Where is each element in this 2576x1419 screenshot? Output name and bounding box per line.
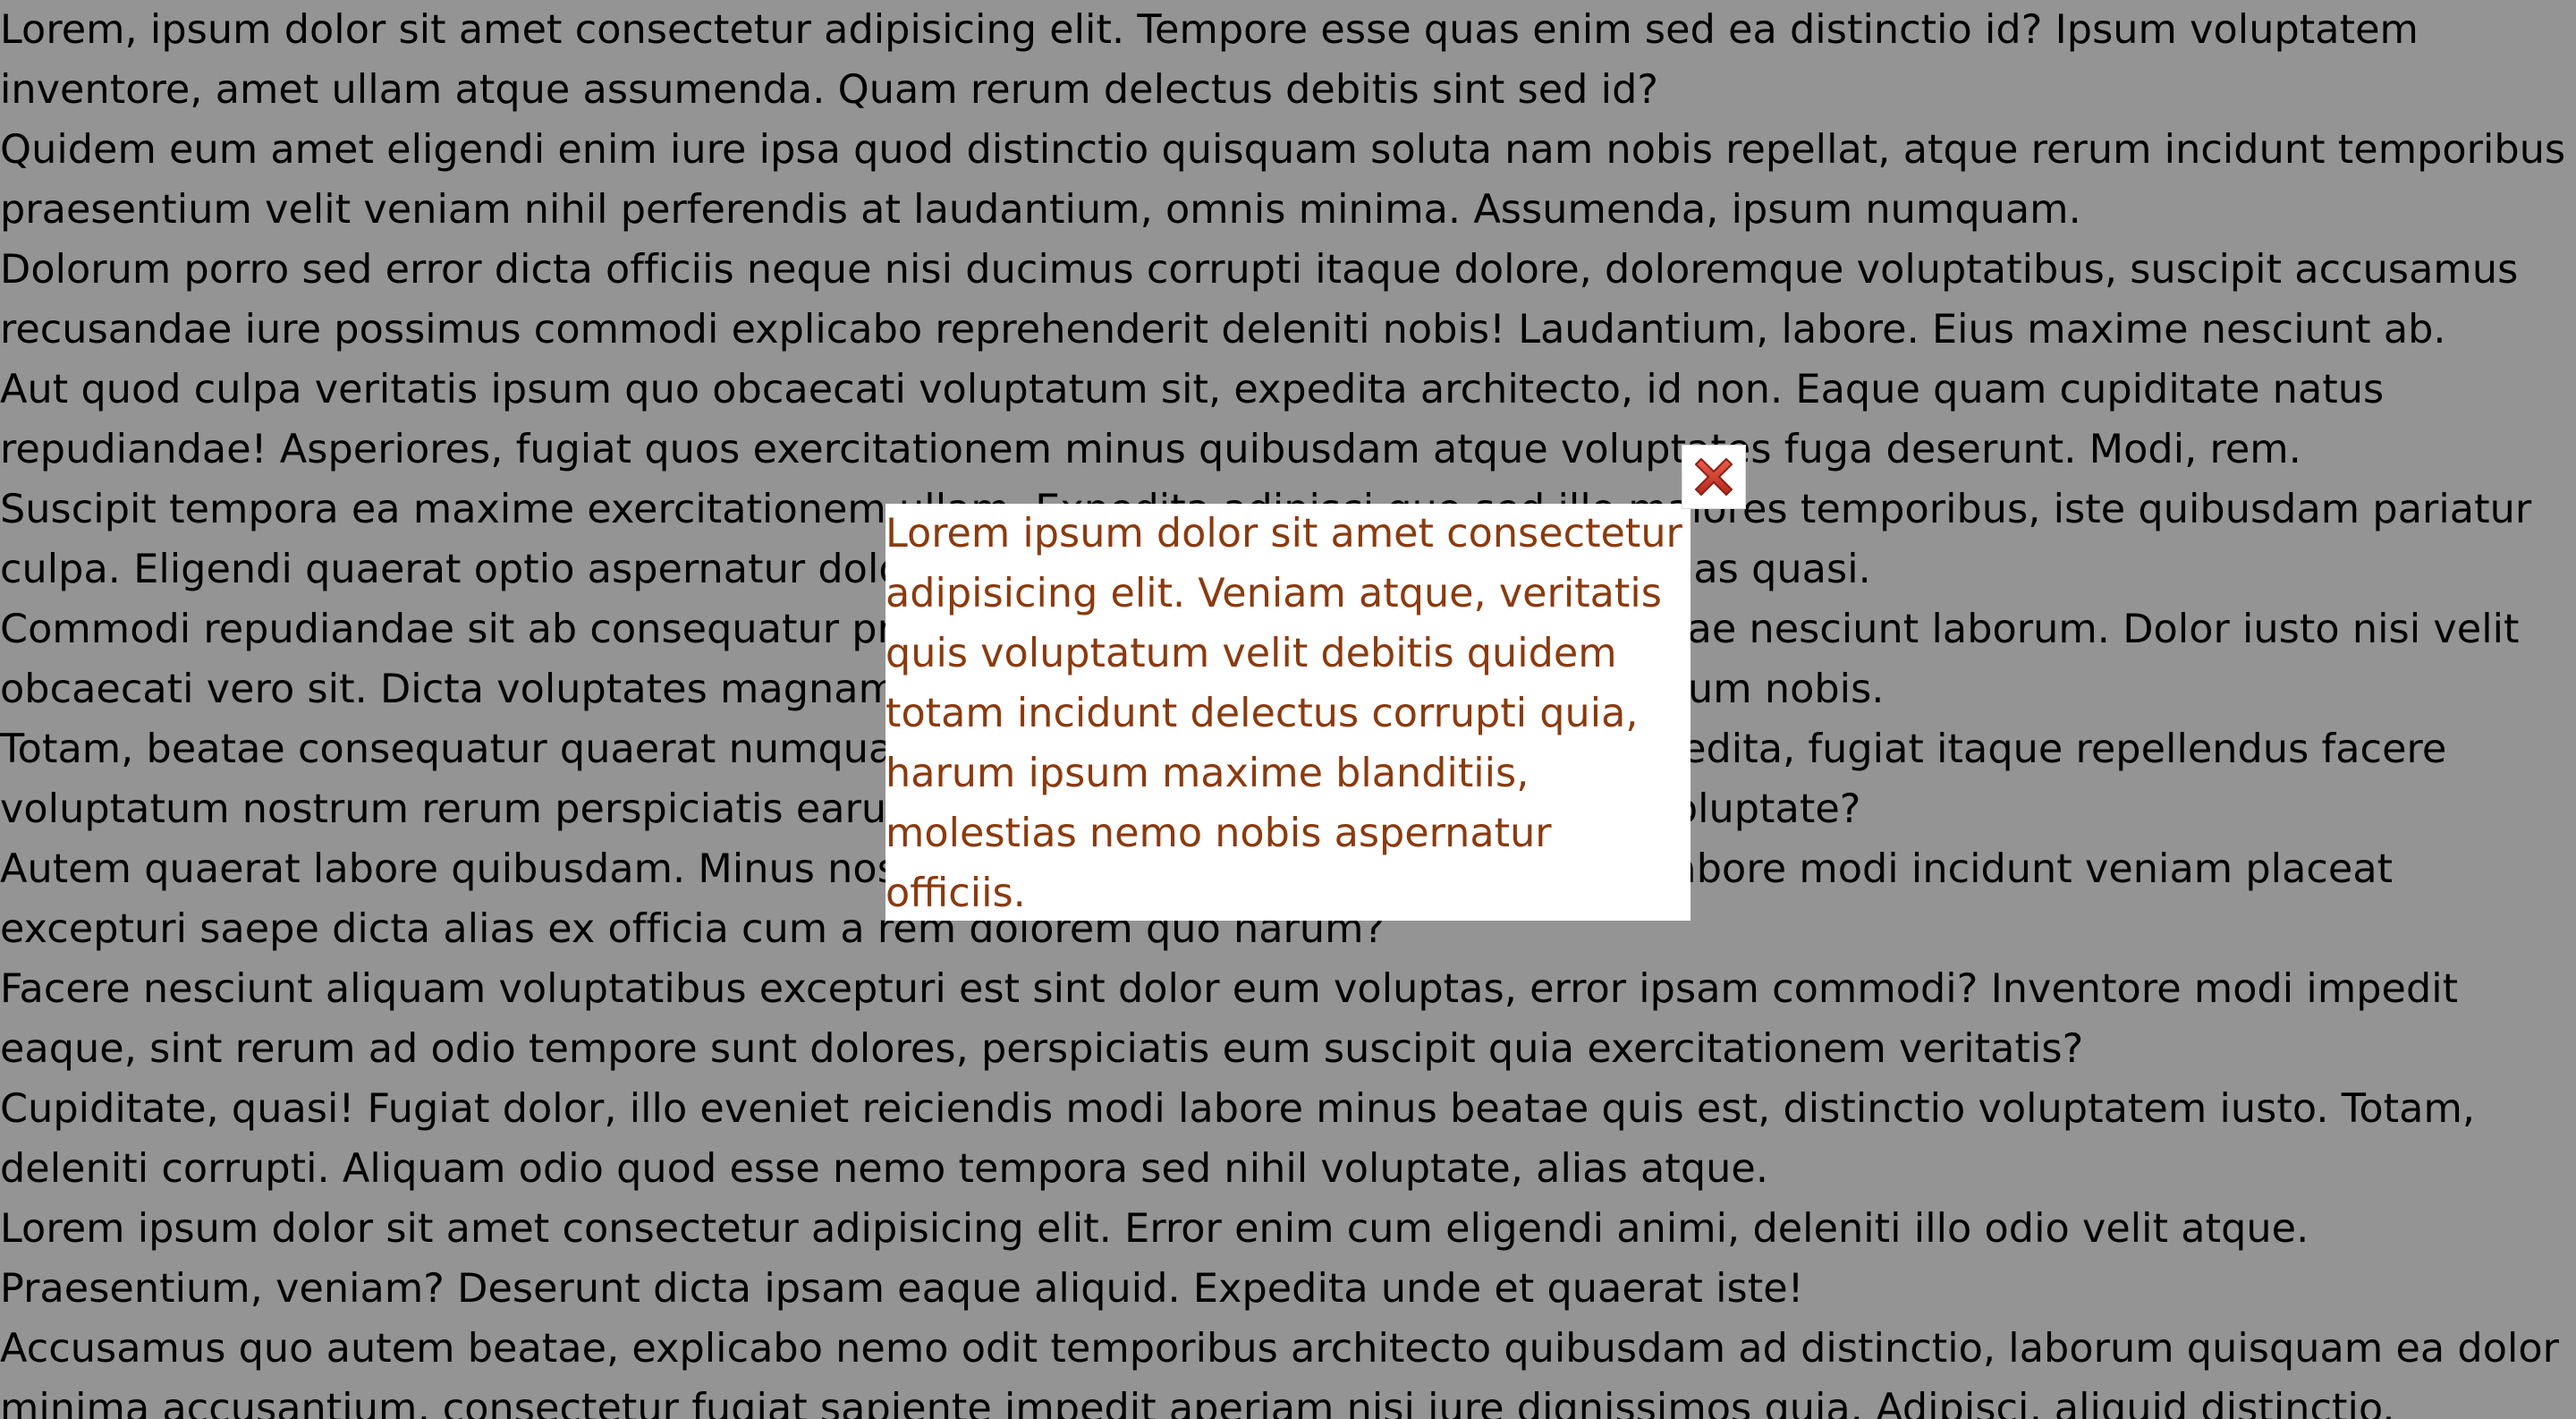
modal-dialog: Lorem ipsum dolor sit amet consectetur a… bbox=[886, 504, 1690, 921]
modal-text: Lorem ipsum dolor sit amet consectetur a… bbox=[886, 511, 1682, 916]
close-button[interactable] bbox=[1682, 445, 1746, 509]
close-icon bbox=[1695, 458, 1733, 496]
